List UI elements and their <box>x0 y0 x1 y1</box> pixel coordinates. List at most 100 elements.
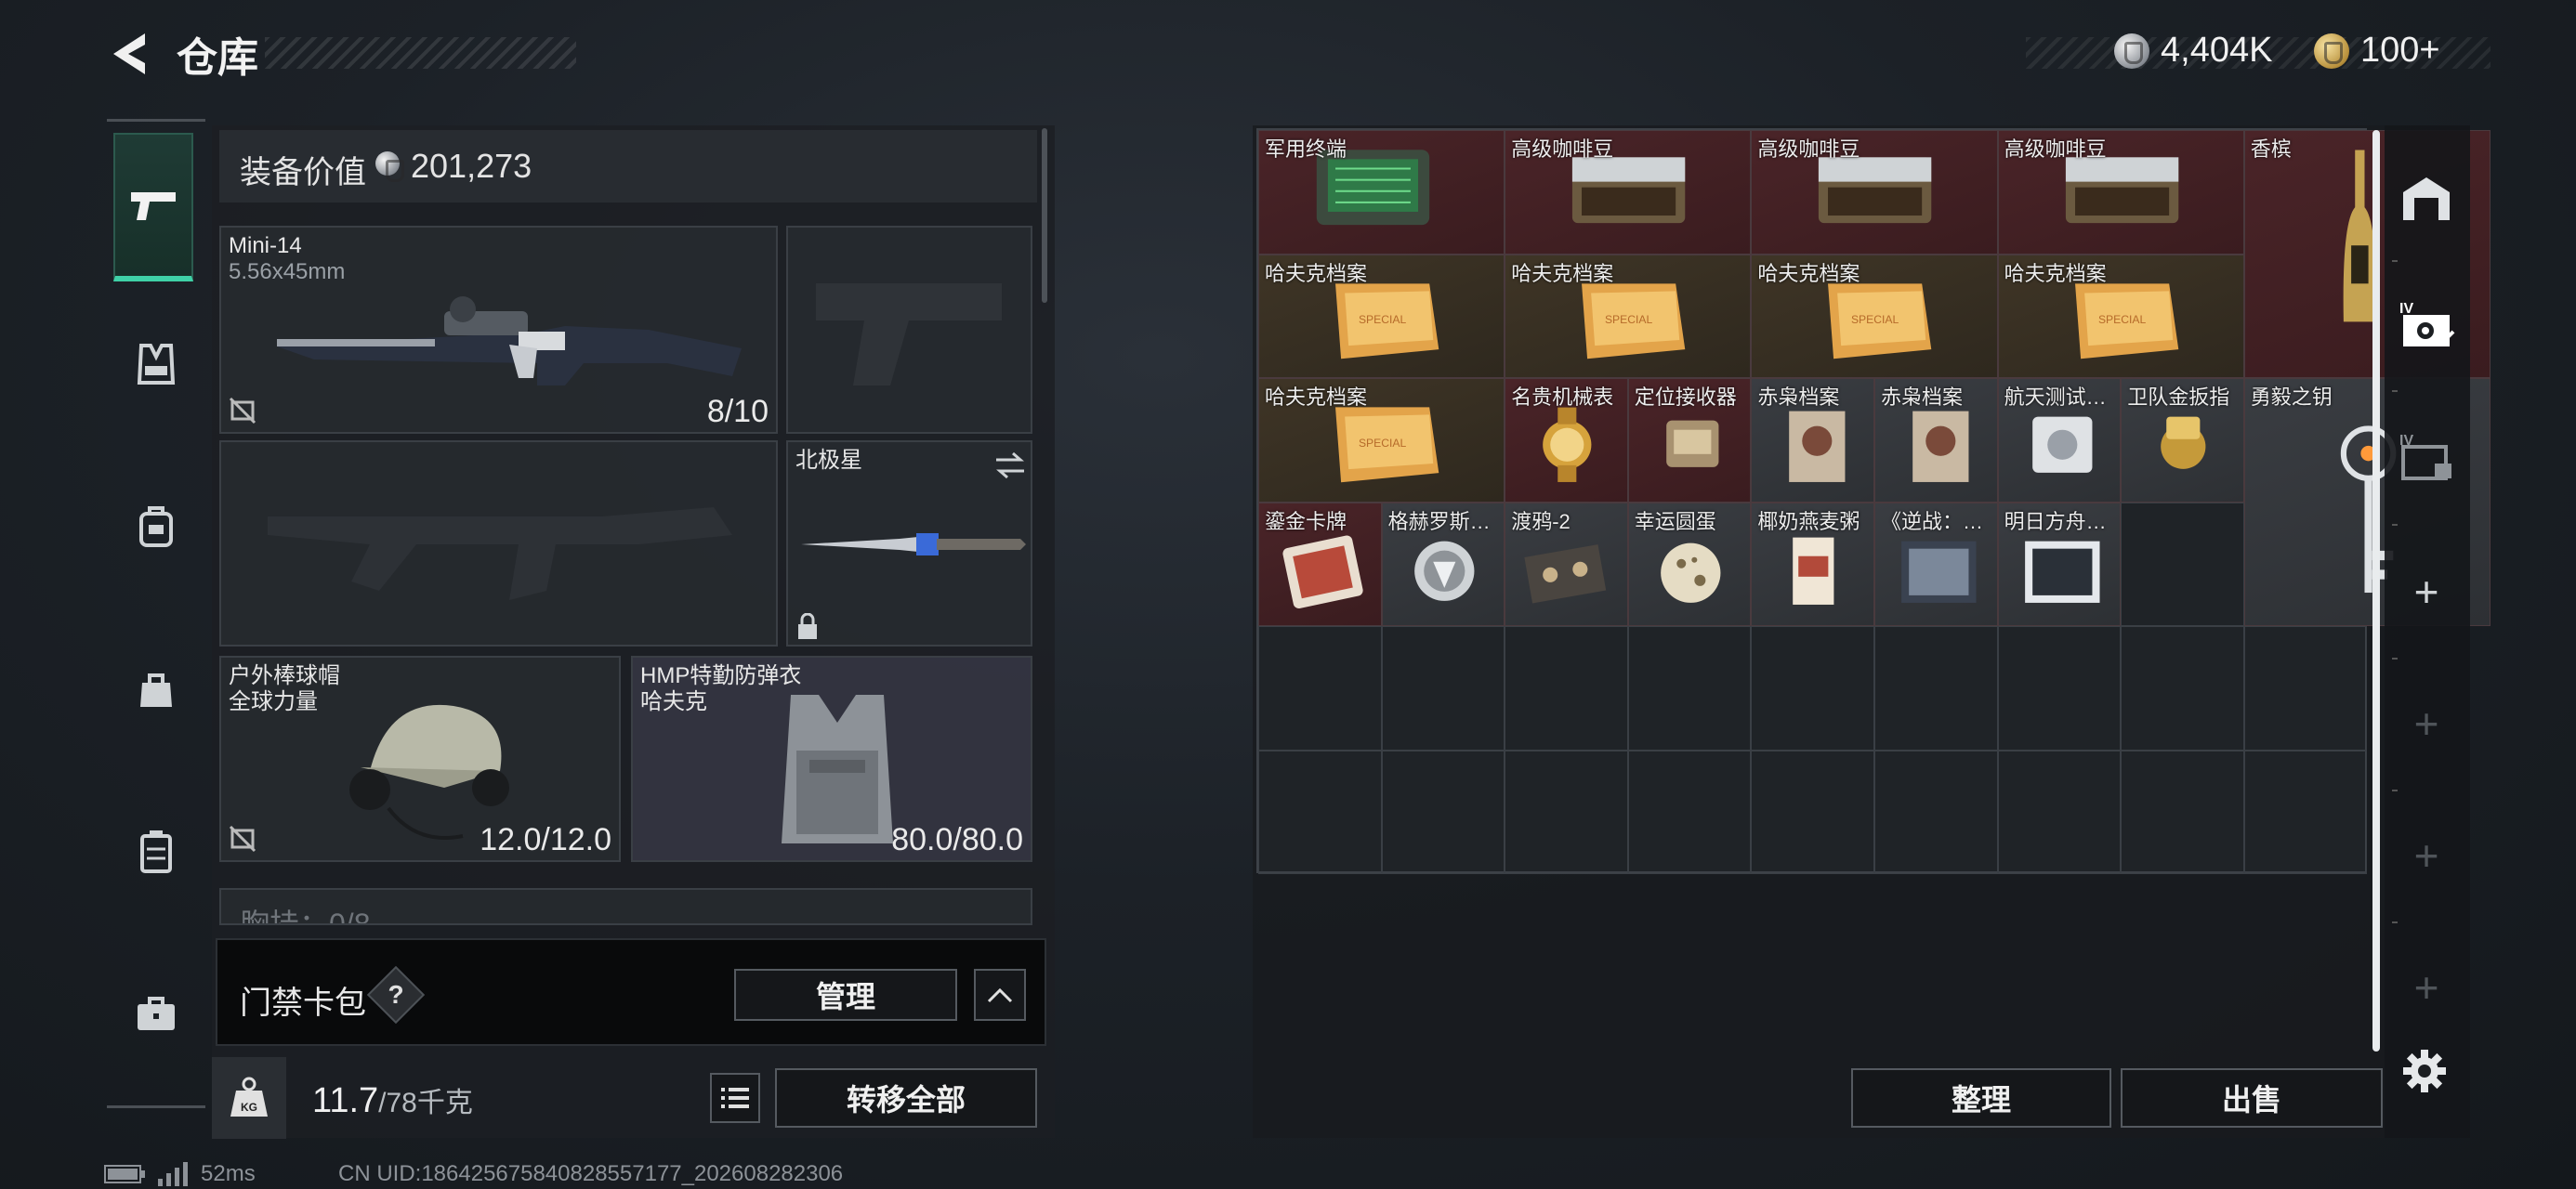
storage-item[interactable]: 高级咖啡豆 <box>1751 130 1998 255</box>
grid-cell[interactable] <box>1258 626 1382 751</box>
storage-item[interactable]: 军用终端 <box>1258 130 1505 255</box>
grid-cell[interactable] <box>1751 750 1874 874</box>
item-name: 渡鸦-2 <box>1511 509 1571 533</box>
grid-cell[interactable] <box>1997 750 2122 874</box>
list-view-button[interactable] <box>710 1073 760 1123</box>
add-page-button-locked: + <box>2396 825 2457 886</box>
item-name: 哈夫克档案 <box>2004 261 2107 285</box>
grid-cell[interactable] <box>1751 626 1874 751</box>
grid-cell[interactable] <box>1381 626 1505 751</box>
settings-gear-icon[interactable] <box>2401 1048 2448 1094</box>
grid-cell[interactable] <box>2243 750 2368 874</box>
lock-icon <box>798 613 817 639</box>
weight-icon: KG <box>230 1077 268 1117</box>
item-name: 定位接收器 <box>1634 385 1737 409</box>
transfer-all-button[interactable]: 转移全部 <box>775 1068 1037 1128</box>
storage-item[interactable]: 哈夫克档案 SPECIAL <box>1751 254 1998 378</box>
grid-cell[interactable] <box>1381 750 1505 874</box>
no-durability-icon <box>229 825 256 853</box>
grid-cell[interactable] <box>1505 626 1628 751</box>
storage-item[interactable]: 赤枭档案 <box>1874 378 1998 503</box>
storage-item[interactable]: 定位接收器 <box>1627 378 1752 503</box>
melee-slot[interactable]: 北极星 <box>786 440 1032 647</box>
helmet-name: 户外棒球帽 <box>229 663 340 688</box>
grid-cell[interactable] <box>2121 750 2244 874</box>
item-name: 《逆战：… <box>1881 509 1984 533</box>
keycard-label: 门禁卡包 <box>240 986 366 1021</box>
grid-cell[interactable] <box>2243 626 2368 751</box>
manage-button[interactable]: 管理 <box>734 969 957 1021</box>
storage-item[interactable]: 鎏金卡牌 <box>1258 502 1382 626</box>
nav-weapons[interactable] <box>113 133 193 281</box>
item-name: 赤枭档案 <box>1757 385 1840 409</box>
storage-item[interactable]: 哈夫克档案 SPECIAL <box>1505 254 1752 378</box>
grid-cell[interactable] <box>1258 750 1382 874</box>
nav-safe-box[interactable] <box>118 814 194 890</box>
nav-divider <box>2392 390 2398 392</box>
user-uid: CN UID:1864256758408285571​77_2026082823… <box>338 1161 844 1186</box>
storage-item[interactable]: 名贵机械表 <box>1505 378 1628 503</box>
storage-item[interactable]: 赤枭档案 <box>1751 378 1874 503</box>
pistol-slot[interactable] <box>786 226 1032 434</box>
item-name: 名贵机械表 <box>1511 385 1614 409</box>
grid-cell[interactable] <box>1874 750 1998 874</box>
storage-item[interactable]: 明日方舟… <box>1997 502 2122 626</box>
grid-cell[interactable] <box>1505 750 1628 874</box>
svg-text:SPECIAL: SPECIAL <box>1359 312 1406 325</box>
page-title: 仓库 <box>177 35 258 81</box>
grid-cell[interactable] <box>1627 750 1752 874</box>
helmet-slot[interactable]: 户外棒球帽 全球力量 12.0/12.0 <box>219 656 621 862</box>
gold-currency[interactable]: 100+ <box>2314 31 2440 71</box>
grid-cell[interactable] <box>1997 626 2122 751</box>
storage-item[interactable]: 卫队金扳指 <box>2121 378 2244 503</box>
sell-button[interactable]: 出售 <box>2121 1068 2383 1128</box>
item-name: 香槟 <box>2250 137 2292 161</box>
nav-divider <box>2392 921 2398 923</box>
storage-item[interactable]: 渡鸦-2 <box>1505 502 1628 626</box>
ping-value: 52ms <box>201 1161 256 1186</box>
swap-icon[interactable] <box>994 451 1026 479</box>
item-name: 卫队金扳指 <box>2127 385 2230 409</box>
storage-item[interactable]: 哈夫克档案 SPECIAL <box>1997 254 2244 378</box>
grid-cell[interactable] <box>1874 626 1998 751</box>
item-name: 军用终端 <box>1265 137 1347 161</box>
armor-slot[interactable]: HMP特勤防弹衣 哈夫克 80.0/80.0 <box>631 656 1032 862</box>
item-name: 哈夫克档案 <box>1757 261 1860 285</box>
storage-item[interactable]: 《逆战：… <box>1874 502 1998 626</box>
equipment-value-label: 装备价值 <box>240 155 366 190</box>
nav-backpack[interactable] <box>118 489 194 565</box>
grid-cell[interactable] <box>2121 502 2244 626</box>
chest-rig-slot[interactable]: 胸挂：0/8 <box>219 888 1032 925</box>
nav-toolbox[interactable] <box>118 976 194 1052</box>
grid-cell[interactable] <box>2121 626 2244 751</box>
storage-item[interactable]: 椰奶燕麦粥 <box>1751 502 1874 626</box>
grid-cell[interactable] <box>1627 626 1752 751</box>
nav-chest-rig[interactable] <box>118 326 194 402</box>
item-name: 勇毅之钥 <box>2250 385 2333 409</box>
storage-tab-iv-2[interactable]: IV <box>2396 425 2457 487</box>
plus-icon: + <box>2413 831 2439 880</box>
storage-item[interactable]: 哈夫克档案 SPECIAL <box>1258 378 1505 503</box>
safe-iv-icon: IV <box>2399 301 2455 346</box>
storage-scrollbar[interactable] <box>2372 130 2380 1052</box>
equipment-scrollbar[interactable] <box>1042 128 1047 303</box>
storage-item[interactable]: 航天测试… <box>1997 378 2122 503</box>
storage-item[interactable]: 哈夫克档案 SPECIAL <box>1258 254 1505 378</box>
storage-item[interactable]: 高级咖啡豆 <box>1997 130 2244 255</box>
nav-pouch[interactable] <box>118 651 194 727</box>
left-category-nav <box>107 119 205 1108</box>
storage-item[interactable]: 格赫罗斯… <box>1381 502 1505 626</box>
sort-button[interactable]: 整理 <box>1851 1068 2111 1128</box>
expand-button[interactable] <box>974 969 1026 1021</box>
secondary-weapon-slot[interactable] <box>219 440 778 647</box>
add-page-button[interactable]: + <box>2396 561 2457 622</box>
back-arrow-icon[interactable] <box>104 28 156 80</box>
storage-item[interactable]: 高级咖啡豆 <box>1505 130 1752 255</box>
primary-weapon-slot[interactable]: Mini-14 5.56x45mm 8/10 <box>219 226 778 434</box>
storage-tab-main[interactable] <box>2396 167 2457 229</box>
storage-item[interactable]: 幸运圆蛋 <box>1627 502 1752 626</box>
storage-tab-iv-1[interactable]: IV <box>2396 294 2457 355</box>
knife-image <box>801 533 1026 555</box>
case-icon <box>140 830 172 873</box>
plus-icon: + <box>2413 568 2439 616</box>
